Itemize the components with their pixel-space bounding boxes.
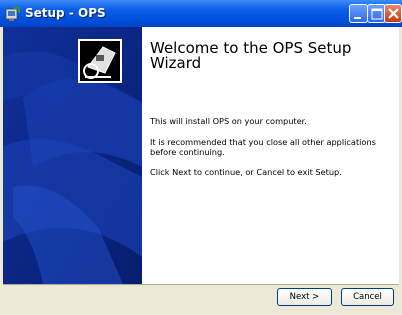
title-bar[interactable]: Setup - OPS bbox=[0, 0, 402, 27]
setup-banner-graphic bbox=[3, 27, 142, 284]
wizard-heading: Welcome to the OPS Setup Wizard bbox=[150, 39, 352, 72]
next-button[interactable]: Next > bbox=[277, 288, 332, 306]
minimize-button[interactable] bbox=[349, 4, 368, 23]
cancel-button[interactable]: Cancel bbox=[341, 288, 394, 306]
computer-icon bbox=[78, 39, 122, 83]
setup-window: Setup - OPS Welcome to the OPS Setup Wiz… bbox=[0, 0, 402, 315]
window-title: Setup - OPS bbox=[25, 6, 106, 20]
setup-app-icon bbox=[5, 6, 21, 22]
footer-divider bbox=[3, 284, 399, 285]
install-description: This will install OPS on your computer. bbox=[150, 116, 307, 126]
continue-instructions: Click Next to continue, or Cancel to exi… bbox=[150, 167, 342, 177]
wizard-sidebar-image bbox=[3, 27, 142, 284]
close-button[interactable] bbox=[384, 4, 402, 23]
close-icon bbox=[388, 8, 399, 19]
wizard-content: Welcome to the OPS Setup Wizard This wil… bbox=[142, 27, 399, 284]
close-apps-recommendation: It is recommended that you close all oth… bbox=[150, 137, 376, 157]
